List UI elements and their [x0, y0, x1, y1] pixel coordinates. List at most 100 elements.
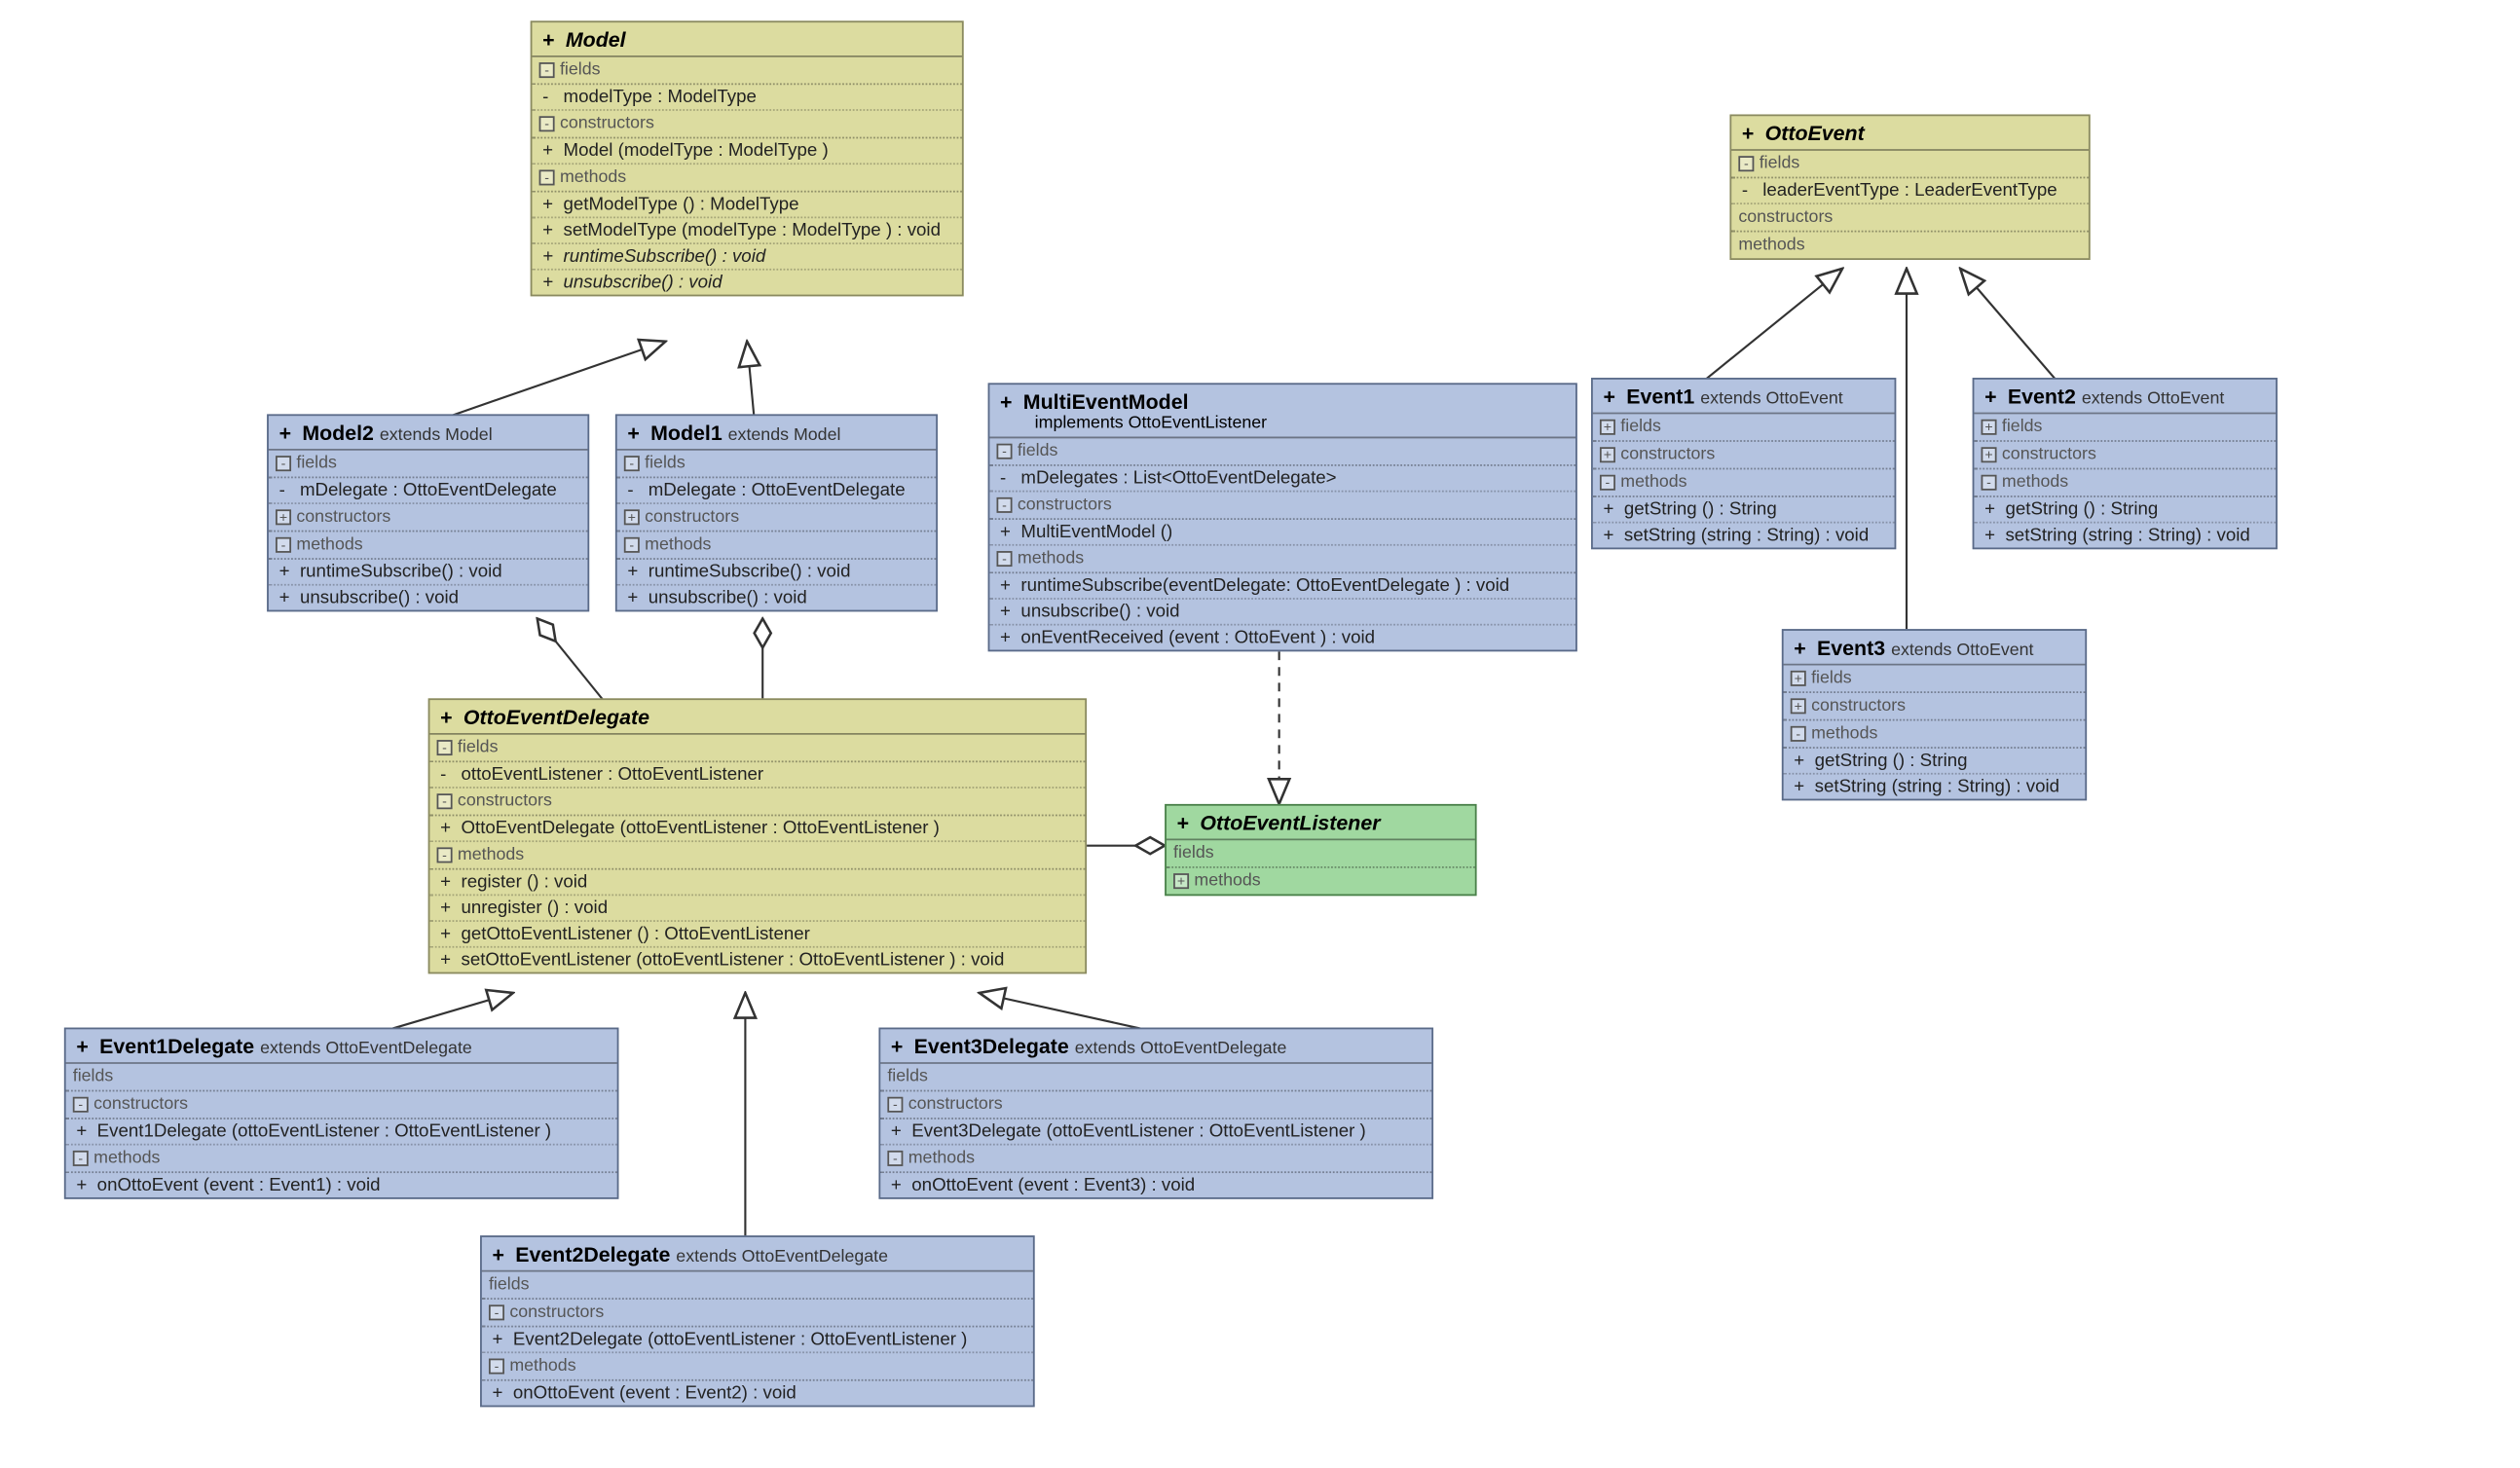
member-row: +Model (modelType : ModelType ) [532, 138, 961, 165]
collapse-toggle-icon[interactable]: + [1600, 447, 1615, 462]
section-label: constructors [1620, 445, 1715, 464]
class-name: Event1 [1626, 385, 1694, 409]
collapse-toggle-icon[interactable]: + [1173, 873, 1189, 889]
section-label: constructors [1811, 697, 1906, 716]
section-fields: fields [880, 1064, 1431, 1091]
section-label: constructors [93, 1095, 188, 1115]
collapse-toggle-icon[interactable]: - [887, 1096, 903, 1112]
visibility-icon: + [542, 194, 563, 214]
generalization-arrow [390, 993, 513, 1029]
section-methods: -methods [1593, 469, 1895, 496]
collapse-toggle-icon[interactable]: - [1600, 474, 1615, 490]
member-signature: leaderEventType : LeaderEventType [1762, 180, 2057, 201]
collapse-toggle-icon[interactable]: - [539, 62, 555, 78]
class-title: + Event3Delegate extends OttoEventDelega… [880, 1029, 1431, 1064]
class-OttoEvent[interactable]: + OttoEvent-fields-leaderEventType : Lea… [1729, 114, 2090, 260]
collapse-toggle-icon[interactable]: + [1982, 420, 1997, 435]
section-fields: -fields [1731, 151, 2089, 178]
class-title: + Model1 extends Model [617, 416, 937, 451]
section-label: methods [1194, 871, 1260, 891]
collapse-toggle-icon[interactable]: - [437, 740, 453, 755]
collapse-toggle-icon[interactable]: - [276, 537, 291, 553]
uml-diagram-canvas: + Model-fields-modelType : ModelType-con… [0, 0, 2520, 1468]
section-label: fields [2002, 418, 2043, 437]
class-title: + Model2 extends Model [269, 416, 588, 451]
visibility-icon: + [1177, 811, 1195, 835]
section-label: methods [296, 535, 362, 555]
visibility-icon: + [891, 1175, 911, 1195]
section-fields: -fields [269, 451, 588, 478]
member-row: +getString () : String [1593, 497, 1895, 524]
collapse-toggle-icon[interactable]: + [1982, 447, 1997, 462]
member-signature: unsubscribe() : void [1020, 602, 1179, 622]
class-Model[interactable]: + Model-fields-modelType : ModelType-con… [531, 20, 964, 296]
class-Event3[interactable]: + Event3 extends OttoEvent+fields+constr… [1782, 629, 2087, 800]
member-signature: getOttoEventListener () : OttoEventListe… [461, 924, 809, 944]
member-signature: modelType : ModelType [563, 87, 756, 107]
section-label: methods [560, 168, 626, 188]
member-signature: OttoEventDelegate (ottoEventListener : O… [461, 818, 939, 838]
class-title: + OttoEvent [1731, 116, 2089, 151]
collapse-toggle-icon[interactable]: - [73, 1151, 89, 1166]
collapse-toggle-icon[interactable]: - [624, 456, 640, 471]
collapse-toggle-icon[interactable]: + [1791, 698, 1806, 714]
visibility-icon: + [891, 1121, 911, 1142]
collapse-toggle-icon[interactable]: - [997, 443, 1013, 459]
member-signature: setModelType (modelType : ModelType ) : … [563, 220, 940, 240]
section-label: methods [2002, 473, 2068, 493]
collapse-toggle-icon[interactable]: + [624, 509, 640, 525]
visibility-icon: + [1794, 776, 1814, 796]
collapse-toggle-icon[interactable]: + [1600, 420, 1615, 435]
generalization-arrow [1706, 269, 1843, 380]
section-label: constructors [1738, 208, 1833, 228]
collapse-toggle-icon[interactable]: - [437, 847, 453, 862]
section-constructors: -constructors [429, 789, 1085, 816]
class-Model2[interactable]: + Model2 extends Model-fields-mDelegate … [267, 414, 589, 611]
section-fields: -fields [532, 57, 961, 85]
class-MultiEventModel[interactable]: + MultiEventModelimplements OttoEventLis… [988, 383, 1577, 651]
collapse-toggle-icon[interactable]: - [1982, 474, 1997, 490]
class-name: Event3Delegate [914, 1035, 1069, 1059]
section-label: methods [645, 535, 711, 555]
section-constructors: -constructors [482, 1300, 1033, 1327]
visibility-icon: + [627, 562, 648, 582]
class-Event1Delegate[interactable]: + Event1Delegate extends OttoEventDelega… [64, 1028, 619, 1199]
member-row: +Event1Delegate (ottoEventListener : Ott… [66, 1119, 617, 1146]
visibility-icon: + [1742, 122, 1760, 146]
collapse-toggle-icon[interactable]: - [887, 1151, 903, 1166]
class-OttoEventListener[interactable]: + OttoEventListenerfields+methods [1165, 804, 1476, 896]
class-Event2Delegate[interactable]: + Event2Delegate extends OttoEventDelega… [480, 1235, 1035, 1407]
visibility-icon: + [1000, 390, 1018, 415]
collapse-toggle-icon[interactable]: - [1791, 726, 1806, 742]
class-name: Event3 [1817, 636, 1885, 660]
collapse-toggle-icon[interactable]: - [997, 551, 1013, 567]
section-methods: -methods [617, 532, 937, 559]
section-label: methods [908, 1149, 975, 1168]
class-name: OttoEvent [1765, 122, 1865, 146]
member-signature: getString () : String [2005, 499, 2158, 520]
visibility-icon: - [1000, 468, 1020, 489]
collapse-toggle-icon[interactable]: - [539, 116, 555, 131]
collapse-toggle-icon[interactable]: - [1738, 156, 1754, 171]
section-label: methods [1738, 236, 1804, 255]
collapse-toggle-icon[interactable]: - [489, 1304, 504, 1320]
class-Event3Delegate[interactable]: + Event3Delegate extends OttoEventDelega… [878, 1028, 1433, 1199]
collapse-toggle-icon[interactable]: - [276, 456, 291, 471]
collapse-toggle-icon[interactable]: - [437, 793, 453, 809]
member-row: +setString (string : String) : void [1784, 775, 2086, 799]
class-Model1[interactable]: + Model1 extends Model-fields-mDelegate … [615, 414, 938, 611]
collapse-toggle-icon[interactable]: - [624, 537, 640, 553]
class-Event1[interactable]: + Event1 extends OttoEvent+fields+constr… [1591, 378, 1896, 549]
collapse-toggle-icon[interactable]: - [997, 497, 1013, 513]
collapse-toggle-icon[interactable]: + [1791, 671, 1806, 686]
class-Event2[interactable]: + Event2 extends OttoEvent+fields+constr… [1973, 378, 2278, 549]
collapse-toggle-icon[interactable]: - [73, 1096, 89, 1112]
class-name: MultiEventModel [1023, 390, 1189, 415]
section-fields: fields [482, 1272, 1033, 1300]
class-OttoEventDelegate[interactable]: + OttoEventDelegate-fields-ottoEventList… [428, 698, 1087, 973]
visibility-icon: + [542, 140, 563, 161]
collapse-toggle-icon[interactable]: - [489, 1358, 504, 1374]
collapse-toggle-icon[interactable]: - [539, 169, 555, 185]
collapse-toggle-icon[interactable]: + [276, 509, 291, 525]
visibility-icon: + [542, 246, 563, 267]
